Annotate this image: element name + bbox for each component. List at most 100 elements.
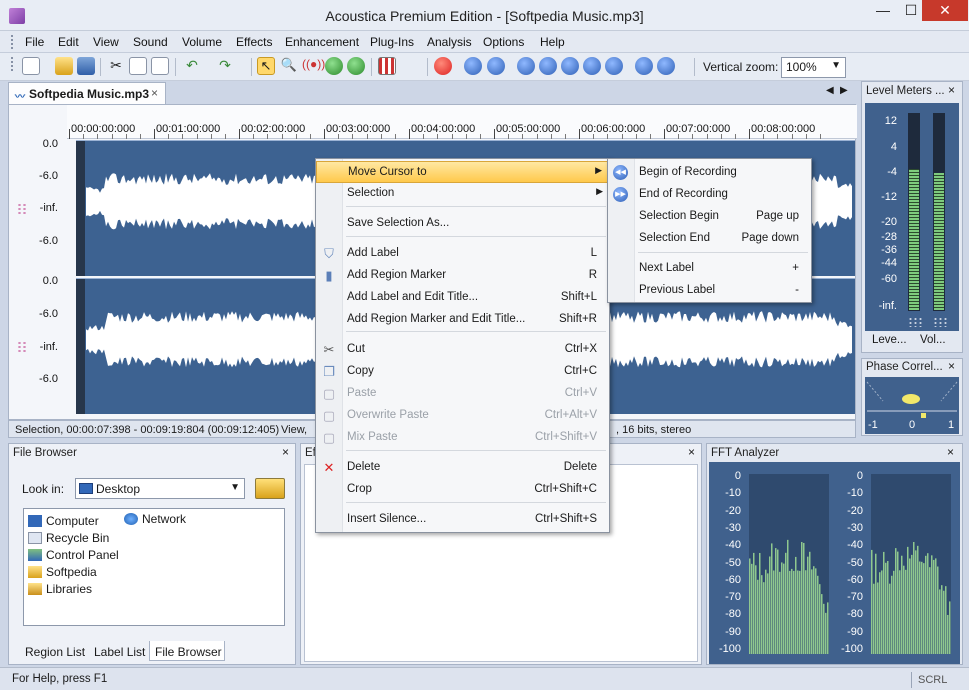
list-item[interactable]: Softpedia [28, 565, 97, 579]
menu-item-delete[interactable]: ✕ Delete Delete [316, 457, 609, 479]
paste-icon: ▢ [322, 386, 336, 401]
menu-edit[interactable]: Edit [58, 35, 79, 49]
tab-file-browser[interactable]: File Browser [149, 641, 225, 661]
menu-effects[interactable]: Effects [236, 35, 272, 49]
menu-plugins[interactable]: Plug-Ins [370, 35, 414, 49]
submenu-item-previous-label[interactable]: Previous Label - [608, 279, 811, 301]
submenu-item-selection-end[interactable]: Selection End Page down [608, 227, 811, 249]
level-label: -12 [881, 191, 897, 203]
time-ruler[interactable]: 00:00:00:000 00:01:00:000 00:02:00:000 00:0… [67, 105, 857, 139]
submenu-item-selection-begin[interactable]: Selection Begin Page up [608, 205, 811, 227]
menu-file[interactable]: File [25, 35, 44, 49]
look-in-select[interactable]: Desktop ▼ [75, 478, 245, 499]
submenu-item-end-of-recording[interactable]: ▶▶ End of Recording [608, 183, 811, 205]
close-panel-icon[interactable]: × [688, 445, 695, 459]
play-icon[interactable] [517, 57, 535, 75]
menu-analysis[interactable]: Analysis [427, 35, 472, 49]
chevron-left-icon[interactable]: ◀ [826, 85, 834, 96]
toolbar-grip[interactable] [10, 56, 14, 72]
stop-icon[interactable] [583, 57, 601, 75]
menu-view[interactable]: View [93, 35, 119, 49]
phase-label-max: 1 [948, 419, 955, 431]
list-item[interactable]: Recycle Bin [28, 531, 109, 545]
close-panel-icon[interactable]: × [948, 359, 955, 373]
zoom-in-icon[interactable] [325, 57, 343, 75]
channel-handle-left[interactable] [17, 203, 27, 215]
redo-icon[interactable]: ↷ [216, 57, 234, 75]
snap-grid-icon[interactable] [378, 57, 396, 75]
close-panel-icon[interactable]: × [948, 83, 955, 97]
loop-icon[interactable] [561, 57, 579, 75]
menu-item-add-region-marker-edit-title[interactable]: Add Region Marker and Edit Title... Shift… [316, 309, 609, 331]
open-folder-icon[interactable] [55, 57, 73, 75]
pointer-tool-icon[interactable]: ↖ [257, 57, 275, 75]
menu-item-add-label[interactable]: ⛉ Add Label L [316, 243, 609, 265]
list-item[interactable]: Control Panel [28, 548, 119, 562]
meter-reset-right[interactable] [933, 317, 947, 327]
menu-item-label: Move Cursor to [348, 166, 427, 178]
toolbar: ✂ ↶ ↷ ↖ 🔍 ((●)) Vertical zoom: 100% ▼ [0, 53, 969, 81]
menu-item-overwrite-paste[interactable]: ▢ Overwrite Paste Ctrl+Alt+V [316, 405, 609, 427]
menu-item-add-label-edit-title[interactable]: Add Label and Edit Title... Shift+L [316, 287, 609, 309]
help-text: For Help, press F1 [12, 673, 108, 685]
save-icon[interactable] [77, 57, 95, 75]
submenu-item-label: Selection Begin [639, 210, 719, 222]
menu-item-mix-paste[interactable]: ▢ Mix Paste Ctrl+Shift+V [316, 427, 609, 449]
menu-item-cut[interactable]: ✂ Cut Ctrl+X [316, 339, 609, 361]
submenu-item-begin-of-recording[interactable]: ◀◀ Begin of Recording [608, 161, 811, 183]
close-panel-icon[interactable]: × [282, 445, 289, 459]
menu-item-add-region-marker[interactable]: ▮ Add Region Marker R [316, 265, 609, 287]
go-to-end-icon[interactable] [657, 57, 675, 75]
close-window-button[interactable]: ✕ [922, 0, 968, 21]
zoom-tool-icon[interactable]: 🔍 [280, 57, 298, 75]
channel-handle-right[interactable] [17, 341, 27, 353]
play-selection-icon[interactable] [539, 57, 557, 75]
cut-icon[interactable]: ✂ [107, 57, 125, 75]
list-item[interactable]: Libraries [28, 582, 92, 596]
menubar-grip[interactable] [10, 34, 14, 50]
menu-volume[interactable]: Volume [182, 35, 222, 49]
document-tab[interactable]: 〰 Softpedia Music.mp3 × [8, 82, 166, 104]
rewind-icon[interactable] [487, 57, 505, 75]
menu-item-copy[interactable]: ❐ Copy Ctrl+C [316, 361, 609, 383]
tab-volume[interactable]: Vol... [920, 334, 946, 346]
list-item[interactable]: Network [124, 512, 186, 526]
record-icon[interactable] [434, 57, 452, 75]
tab-level[interactable]: Leve... [872, 334, 907, 346]
copy-icon[interactable] [129, 57, 147, 75]
menu-item-insert-silence[interactable]: Insert Silence... Ctrl+Shift+S [316, 509, 609, 531]
tab-region-list[interactable]: Region List [25, 645, 85, 659]
tab-label-list[interactable]: Label List [94, 645, 145, 659]
pause-icon[interactable] [605, 57, 623, 75]
submenu-item-next-label[interactable]: Next Label + [608, 257, 811, 279]
menu-enhancement[interactable]: Enhancement [285, 35, 359, 49]
fast-forward-icon[interactable] [635, 57, 653, 75]
file-list[interactable]: Computer Network Recycle Bin Control Pan… [23, 508, 285, 626]
undo-icon[interactable]: ↶ [183, 57, 201, 75]
chevron-right-icon[interactable]: ▶ [840, 85, 848, 96]
close-tab-icon[interactable]: × [151, 86, 158, 100]
menu-item-paste[interactable]: ▢ Paste Ctrl+V [316, 383, 609, 405]
zoom-out-icon[interactable] [347, 57, 365, 75]
rewind-to-start-icon: ◀◀ [613, 165, 628, 180]
maximize-button[interactable]: ☐ [897, 0, 925, 21]
close-panel-icon[interactable]: × [947, 445, 954, 459]
menu-item-crop[interactable]: Crop Ctrl+Shift+C [316, 479, 609, 501]
new-file-icon[interactable] [22, 57, 40, 75]
go-up-folder-button[interactable] [255, 478, 285, 499]
scrub-icon[interactable]: ((●)) [302, 57, 325, 75]
paste-icon[interactable] [151, 57, 169, 75]
menu-item-selection[interactable]: Selection ▶ [316, 183, 609, 205]
go-to-start-icon[interactable] [464, 57, 482, 75]
menu-help[interactable]: Help [540, 35, 565, 49]
meter-reset-left[interactable] [908, 317, 922, 327]
list-item[interactable]: Computer [28, 514, 99, 528]
menu-item-move-cursor-to[interactable]: Move Cursor to ▶ [316, 161, 609, 183]
menu-options[interactable]: Options [483, 35, 524, 49]
menu-item-save-selection-as[interactable]: Save Selection As... [316, 213, 609, 235]
status-bar: For Help, press F1 SCRL [0, 667, 969, 690]
vertical-zoom-select[interactable]: 100% ▼ [781, 57, 846, 78]
menu-item-label: Mix Paste [347, 431, 398, 443]
menu-sound[interactable]: Sound [133, 35, 168, 49]
minimize-button[interactable]: — [869, 0, 897, 21]
